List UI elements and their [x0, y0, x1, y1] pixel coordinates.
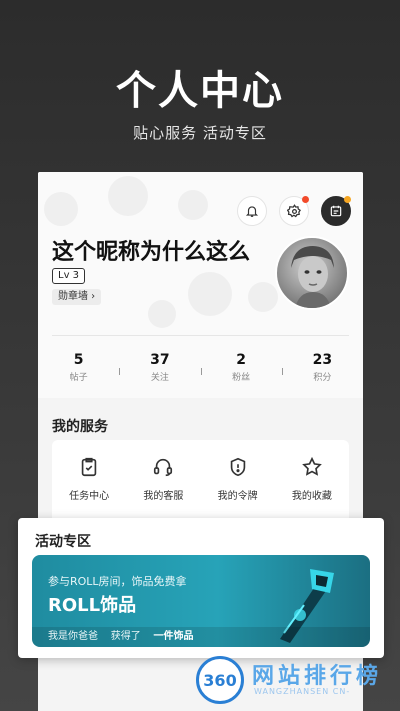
avatar[interactable] [275, 236, 349, 310]
badge-wall-link[interactable]: 勋章墙 › [52, 289, 102, 305]
background-pattern [188, 272, 232, 316]
profile-top-icons [237, 196, 351, 226]
footer-item: 一件饰品 [153, 631, 194, 642]
watermark-text: 网站排行榜 [252, 664, 383, 689]
notification-button[interactable] [237, 196, 267, 226]
settings-button[interactable] [279, 196, 309, 226]
banner-footer: 我是你爸爸 获得了 一件饰品 [32, 627, 370, 647]
service-customer-support[interactable]: 我的客服 [126, 456, 200, 502]
notification-dot [302, 196, 309, 203]
background-pattern [148, 300, 176, 328]
background-pattern [178, 190, 208, 220]
level-badge: Lv 3 [52, 268, 86, 284]
profile-header: 这个昵称为什么这么 Lv 3 勋章墙 › 5 帖子 37 关注 2 粉丝 23 … [38, 172, 363, 398]
roll-banner[interactable]: 参与ROLL房间，饰品免费拿 ROLL饰品 我是你爸爸 获得了 一件饰品 [32, 555, 370, 647]
stat-value: 2 [236, 352, 246, 368]
service-label: 任务中心 [69, 491, 110, 502]
task-icon [81, 457, 97, 477]
services-row: 任务中心 我的客服 我的令牌 我的收藏 [52, 456, 349, 502]
service-label: 我的客服 [143, 491, 184, 502]
calendar-sign-icon [330, 205, 342, 217]
footer-got: 获得了 [110, 631, 141, 642]
service-favorites[interactable]: 我的收藏 [275, 456, 349, 502]
shield-token-icon [230, 457, 245, 477]
stat-followers[interactable]: 2 粉丝 [200, 352, 282, 383]
watermark: 360 网站排行榜 WANGZHANSEN CN- [196, 656, 396, 704]
stat-value: 23 [312, 352, 333, 368]
profile-divider [52, 335, 349, 336]
services-title: 我的服务 [52, 419, 108, 435]
headset-icon [154, 458, 173, 477]
star-icon [302, 456, 322, 476]
service-task-center[interactable]: 任务中心 [52, 456, 126, 502]
service-token[interactable]: 我的令牌 [201, 456, 275, 502]
bell-icon [245, 206, 259, 217]
profile-stats: 5 帖子 37 关注 2 粉丝 23 积分 [38, 352, 363, 383]
stat-posts[interactable]: 5 帖子 [38, 352, 119, 383]
background-pattern [108, 176, 148, 216]
sign-in-dot [344, 196, 351, 203]
activity-title: 活动专区 [35, 534, 91, 550]
stat-label: 积分 [313, 373, 332, 383]
stat-points[interactable]: 23 积分 [281, 352, 363, 383]
stat-value: 5 [73, 352, 84, 368]
hero-title: 个人中心 [116, 68, 284, 114]
banner-subtitle: 参与ROLL房间，饰品免费拿 [48, 575, 187, 588]
stat-label: 粉丝 [232, 373, 251, 383]
hero-subtitle: 贴心服务 活动专区 [133, 124, 267, 142]
stat-label: 关注 [150, 373, 169, 383]
activity-panel: 活动专区 参与ROLL房间，饰品免费拿 ROLL饰品 我是你爸爸 获得了 一件饰… [18, 518, 384, 658]
service-label: 我的收藏 [291, 491, 332, 502]
stat-label: 帖子 [69, 373, 88, 383]
footer-user: 我是你爸爸 [48, 631, 98, 642]
background-pattern [44, 192, 78, 226]
gear-icon [286, 203, 301, 217]
watermark-small-text: WANGZHANSEN CN- [254, 687, 351, 696]
watermark-logo: 360 [196, 656, 244, 704]
stat-following[interactable]: 37 关注 [119, 352, 200, 383]
avatar-portrait [291, 246, 334, 308]
user-nickname: 这个昵称为什么这么 [52, 240, 251, 265]
stat-value: 37 [150, 352, 170, 368]
service-label: 我的令牌 [217, 491, 258, 502]
background-pattern [248, 282, 278, 312]
banner-title: ROLL饰品 [48, 595, 137, 616]
sign-in-button[interactable] [321, 196, 351, 226]
